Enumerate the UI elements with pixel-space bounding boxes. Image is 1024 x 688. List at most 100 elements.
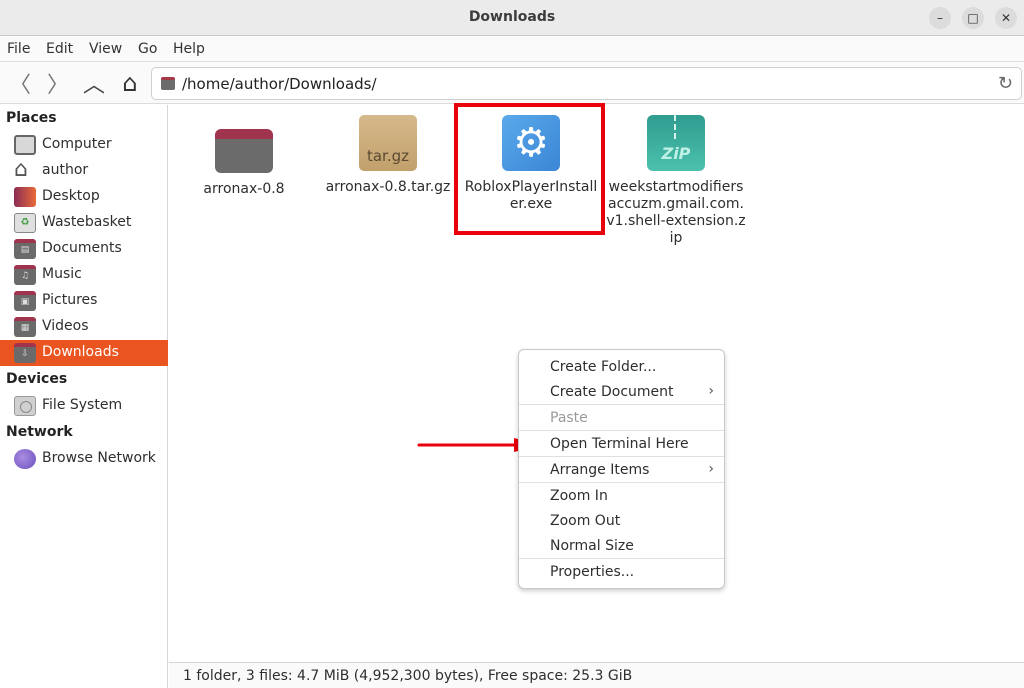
sidebar-item-label: Desktop [42,188,100,204]
menu-separator [519,430,724,431]
sidebar-item-author[interactable]: ⌂ author [0,158,168,184]
back-icon: 〈 [8,73,31,98]
file-item-folder[interactable]: arronax-0.8 [174,115,314,198]
zip-icon: ZiP [647,115,705,171]
title-bar: Downloads – □ ✕ [0,0,1024,36]
menu-item-label: Arrange Items [550,462,650,478]
pictures-folder-icon [14,291,36,311]
sidebar-item-computer[interactable]: Computer [0,132,168,158]
toolbar: 〈 〉 ︿ ⌂ /home/author/Downloads/ ↻ [0,62,1024,104]
forward-button[interactable]: 〉 [44,70,72,98]
places-heading: Places [6,110,57,126]
sidebar-item-desktop[interactable]: Desktop [0,184,168,210]
window-title: Downloads [468,9,556,25]
context-menu: Create Folder... Create Document › Paste … [518,349,725,589]
computer-icon [14,135,36,155]
menu-item-create-folder[interactable]: Create Folder... [519,355,724,380]
sidebar-item-label: File System [42,397,123,413]
downloads-folder-icon [14,343,36,363]
file-item-archive[interactable]: tar.gz arronax-0.8.tar.gz [318,115,458,196]
sidebar-item-browse-network[interactable]: Browse Network [0,446,168,472]
menu-separator [519,482,724,483]
sidebar-item-music[interactable]: Music [0,262,168,288]
sidebar-item-label: Videos [42,318,89,334]
menu-item-normal-size[interactable]: Normal Size [519,534,724,559]
sidebar-item-pictures[interactable]: Pictures [0,288,168,314]
menu-help[interactable]: Help [173,41,205,57]
menu-bar: File Edit View Go Help [0,37,1024,62]
sidebar-item-wastebasket[interactable]: ♻ Wastebasket [0,210,168,236]
file-name: arronax-0.8 [203,181,285,197]
close-button[interactable]: ✕ [995,7,1017,29]
home-icon: ⌂ [122,69,138,97]
menu-file[interactable]: File [7,41,30,57]
menu-item-create-document[interactable]: Create Document › [519,380,724,405]
menu-separator [519,456,724,457]
sidebar-item-label: Browse Network [42,450,156,466]
file-name: arronax-0.8.tar.gz [325,179,451,195]
up-icon: ︿ [82,73,105,98]
network-icon [14,449,36,469]
menu-separator [519,404,724,405]
location-bar[interactable]: /home/author/Downloads/ ↻ [151,67,1022,100]
minimize-button[interactable]: – [929,7,951,29]
sidebar-item-file-system[interactable]: File System [0,393,168,419]
forward-icon: 〉 [46,73,69,98]
close-icon: ✕ [1000,11,1012,25]
sidebar-item-label: author [42,162,89,178]
sidebar-item-documents[interactable]: Documents [0,236,168,262]
menu-item-label: Open Terminal Here [550,436,689,452]
sidebar-item-label: Pictures [42,292,98,308]
menu-item-properties[interactable]: Properties... [519,560,724,585]
archive-badge: tar.gz [366,147,410,165]
chevron-right-icon: › [708,383,714,399]
up-button[interactable]: ︿ [80,70,108,98]
devices-heading: Devices [6,371,68,387]
network-heading: Network [6,424,73,440]
downloads-folder-icon [161,77,175,90]
chevron-right-icon: › [708,461,714,477]
menu-item-zoom-in[interactable]: Zoom In [519,484,724,509]
menu-item-open-terminal[interactable]: Open Terminal Here [519,432,724,457]
home-icon: ⌂ [14,157,28,182]
sidebar-item-label: Music [42,266,82,282]
menu-item-zoom-out[interactable]: Zoom Out [519,509,724,534]
location-path[interactable]: /home/author/Downloads/ [182,75,377,93]
file-name: weekstartmodifiersaccuzm.gmail.com.v1.sh… [606,179,746,246]
home-button[interactable]: ⌂ [116,69,144,97]
sidebar-item-label: Wastebasket [42,214,132,230]
menu-item-label: Create Document [550,384,674,400]
highlight-box-annotation [454,103,605,235]
status-bar: 1 folder, 3 files: 4.7 MiB (4,952,300 by… [169,662,1024,688]
status-text: 1 folder, 3 files: 4.7 MiB (4,952,300 by… [183,668,633,684]
sidebar-item-label: Computer [42,136,112,152]
menu-item-arrange-items[interactable]: Arrange Items › [519,458,724,483]
menu-separator [519,558,724,559]
menu-item-label: Zoom Out [550,513,621,529]
folder-icon [215,129,273,173]
music-folder-icon [14,265,36,285]
disk-icon [14,396,36,416]
back-button[interactable]: 〈 [6,70,34,98]
maximize-button[interactable]: □ [962,7,984,29]
documents-folder-icon [14,239,36,259]
sidebar-item-downloads[interactable]: Downloads [0,340,168,366]
archive-icon: tar.gz [359,115,417,171]
file-item-zip[interactable]: ZiP weekstartmodifiersaccuzm.gmail.com.v… [606,115,746,247]
maximize-icon: □ [967,11,979,25]
menu-item-label: Zoom In [550,488,608,504]
menu-item-label: Properties... [550,564,635,580]
desktop-icon [14,187,36,207]
sidebar: Places Computer ⌂ author Desktop ♻ Waste… [0,105,168,688]
menu-view[interactable]: View [89,41,122,57]
trash-icon: ♻ [14,213,36,233]
menu-item-label: Paste [550,410,588,426]
sidebar-item-videos[interactable]: Videos [0,314,168,340]
menu-edit[interactable]: Edit [46,41,73,57]
reload-icon[interactable]: ↻ [998,73,1013,94]
menu-go[interactable]: Go [138,41,157,57]
videos-folder-icon [14,317,36,337]
sidebar-item-label: Documents [42,240,122,256]
zip-badge: ZiP [661,144,691,163]
menu-item-label: Normal Size [550,538,634,554]
